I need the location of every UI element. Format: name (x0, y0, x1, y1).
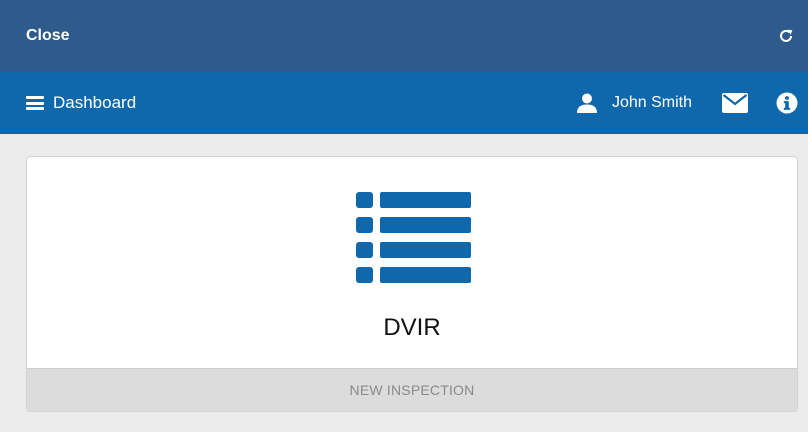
dvir-card[interactable]: DVIR NEW INSPECTION (26, 156, 798, 412)
top-bar: Close (0, 0, 808, 72)
user-icon (576, 92, 598, 114)
card-title: DVIR (383, 314, 441, 341)
dashboard-label: Dashboard (53, 93, 137, 112)
new-inspection-button[interactable]: NEW INSPECTION (27, 368, 797, 411)
nav-bar: Dashboard John Smith (0, 72, 808, 134)
user-menu[interactable]: John Smith (576, 92, 692, 114)
refresh-icon[interactable] (774, 24, 798, 48)
info-icon[interactable] (776, 92, 798, 114)
dashboard-button[interactable]: Dashboard (26, 93, 136, 113)
hamburger-menu-icon (26, 96, 44, 110)
close-button[interactable]: Close (26, 27, 70, 45)
envelope-icon[interactable] (722, 93, 748, 113)
nav-actions: John Smith (576, 92, 798, 114)
list-icon (356, 192, 472, 284)
user-name: John Smith (611, 94, 692, 111)
